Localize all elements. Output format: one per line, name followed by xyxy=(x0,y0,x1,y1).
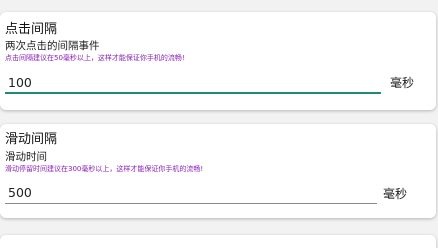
swipe-interval-title: 滑动间隔 xyxy=(5,132,58,147)
settings-page: 点击间隔 两次点击的间隔事件 点击间隔建议在50毫秒以上，这样才能保证你手机的流… xyxy=(0,0,438,248)
swipe-interval-subtitle: 滑动时间 xyxy=(5,151,47,163)
click-interval-input[interactable] xyxy=(5,72,381,94)
click-interval-unit: 毫秒 xyxy=(390,76,415,90)
swipe-interval-card: 滑动间隔 滑动时间 滑动停留时间建议在300毫秒以上，这样才能保证你手机的流畅!… xyxy=(0,124,436,218)
click-interval-card: 点击间隔 两次点击的间隔事件 点击间隔建议在50毫秒以上，这样才能保证你手机的流… xyxy=(0,12,436,110)
click-interval-subtitle: 两次点击的间隔事件 xyxy=(5,40,100,52)
next-setting-card xyxy=(0,235,436,248)
click-interval-title: 点击间隔 xyxy=(5,22,58,37)
swipe-interval-input[interactable] xyxy=(5,182,377,204)
swipe-interval-unit: 毫秒 xyxy=(383,187,408,201)
click-interval-hint: 点击间隔建议在50毫秒以上，这样才能保证你手机的流畅! xyxy=(5,54,185,62)
swipe-interval-hint: 滑动停留时间建议在300毫秒以上，这样才能保证你手机的流畅! xyxy=(5,165,204,173)
